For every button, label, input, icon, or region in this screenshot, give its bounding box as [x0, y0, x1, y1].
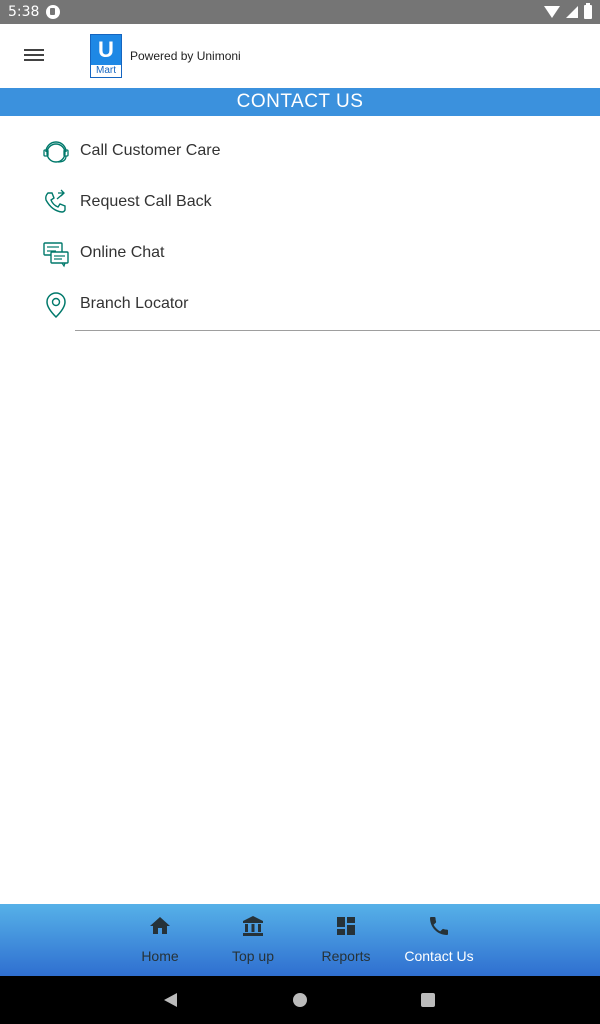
back-icon[interactable] [164, 993, 177, 1007]
logo-letter: U [91, 35, 121, 65]
call-customer-care-label: Call Customer Care [80, 142, 221, 159]
signal-icon [566, 6, 578, 18]
page-title: CONTACT US [0, 88, 600, 116]
home-icon [150, 917, 170, 934]
location-pin-icon [46, 292, 66, 319]
nav-home[interactable]: Home [115, 904, 205, 976]
powered-by-text: Powered by Unimoni [130, 49, 241, 63]
nav-top-up[interactable]: Top up [208, 904, 298, 976]
online-chat-label: Online Chat [80, 244, 165, 261]
wifi-icon [544, 6, 560, 18]
phone-icon [430, 917, 448, 935]
status-icons [544, 3, 592, 20]
bottom-navigation: Home Top up Reports Contact Us [0, 904, 600, 976]
umart-logo: U Mart [90, 34, 122, 78]
nav-contact-us[interactable]: Contact Us [394, 904, 484, 976]
nav-reports[interactable]: Reports [301, 904, 391, 976]
system-home-icon[interactable] [293, 993, 307, 1007]
request-call-back-item[interactable]: Request Call Back [0, 177, 600, 228]
contact-options-list: Call Customer Care Request Call Back Onl… [0, 126, 600, 330]
branch-locator-item[interactable]: Branch Locator [0, 279, 600, 330]
status-time: 5:38 [8, 4, 40, 20]
dashboard-icon [337, 917, 355, 935]
phone-callback-icon [45, 189, 66, 213]
nav-reports-label: Reports [321, 948, 371, 964]
list-divider [75, 330, 600, 331]
system-navigation-bar [0, 976, 600, 1024]
battery-icon [584, 3, 592, 19]
bank-icon [243, 916, 263, 936]
nav-contact-us-label: Contact Us [404, 948, 474, 964]
status-bar: 5:38 [0, 0, 600, 24]
logo-subtitle: Mart [96, 65, 116, 76]
call-customer-care-item[interactable]: Call Customer Care [0, 126, 600, 177]
nav-top-up-label: Top up [231, 948, 275, 964]
headset-icon [43, 141, 69, 163]
menu-icon[interactable] [24, 46, 48, 66]
request-call-back-label: Request Call Back [80, 193, 212, 210]
online-chat-item[interactable]: Online Chat [0, 228, 600, 279]
notification-app-icon [46, 5, 60, 19]
branch-locator-label: Branch Locator [80, 295, 189, 312]
app-bar: U Mart Powered by Unimoni [0, 24, 600, 88]
recent-apps-icon[interactable] [421, 993, 435, 1007]
chat-icon [43, 242, 69, 268]
nav-home-label: Home [141, 948, 179, 964]
